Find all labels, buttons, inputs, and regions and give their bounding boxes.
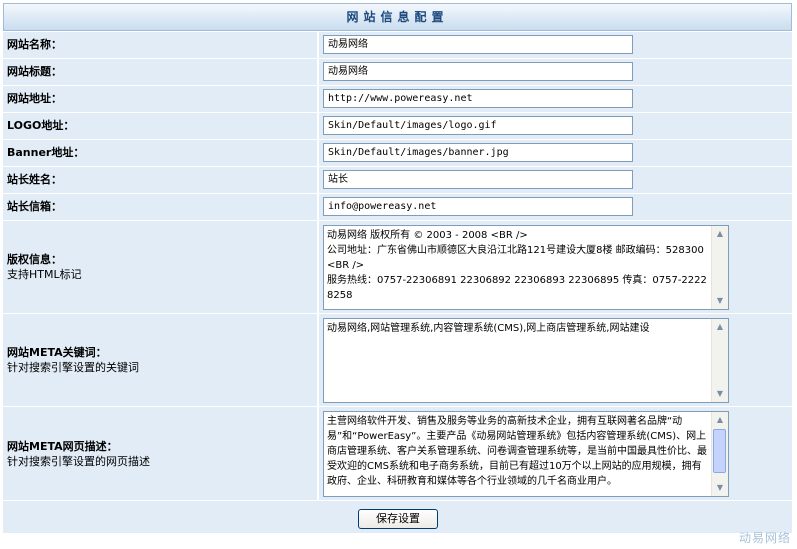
scroll-up-icon[interactable]: ▲ bbox=[712, 319, 728, 335]
copyright-text: 动易网络 版权所有 © 2003 - 2008 <BR /> 公司地址：广东省佛… bbox=[327, 230, 707, 301]
meta-keywords-label: 网站META关键词： bbox=[7, 346, 107, 359]
scroll-down-icon[interactable]: ▼ bbox=[712, 480, 728, 496]
logo-url-label: LOGO地址： bbox=[7, 119, 75, 132]
banner-url-row: Banner地址： Skin/Default/images/banner.jpg bbox=[3, 140, 792, 166]
scroll-up-icon[interactable]: ▲ bbox=[712, 226, 728, 242]
logo-url-input[interactable]: Skin/Default/images/logo.gif bbox=[323, 116, 633, 135]
meta-description-label: 网站META网页描述： bbox=[7, 439, 118, 453]
meta-description-text: 主营网络软件开发、销售及服务等业务的高新技术企业，拥有互联网著名品牌“动易”和“… bbox=[327, 416, 707, 487]
banner-url-label: Banner地址： bbox=[7, 146, 85, 159]
watermark-text: 动易网络 bbox=[738, 531, 791, 545]
meta-keywords-text: 动易网络,网站管理系统,内容管理系统(CMS),网上商店管理系统,网站建设 bbox=[327, 323, 650, 334]
webmaster-name-row: 站长姓名： 站长 bbox=[3, 167, 792, 193]
logo-url-row: LOGO地址： Skin/Default/images/logo.gif bbox=[3, 113, 792, 139]
scroll-thumb[interactable] bbox=[713, 429, 726, 473]
meta-keywords-row: 网站META关键词： 针对搜索引擎设置的关键词 动易网络,网站管理系统,内容管理… bbox=[3, 314, 792, 406]
form-footer: 保存设置 bbox=[3, 501, 792, 533]
meta-description-hint: 针对搜索引擎设置的网页描述 bbox=[7, 454, 150, 468]
site-title-row: 网站标题： 动易网络 bbox=[3, 59, 792, 85]
site-url-row: 网站地址： http://www.powereasy.net bbox=[3, 86, 792, 112]
scroll-up-icon[interactable]: ▲ bbox=[712, 412, 728, 428]
meta-description-textarea[interactable]: 主营网络软件开发、销售及服务等业务的高新技术企业，拥有互联网著名品牌“动易”和“… bbox=[323, 411, 729, 497]
meta-description-scrollbar[interactable]: ▲ ▼ bbox=[711, 412, 728, 496]
banner-url-input[interactable]: Skin/Default/images/banner.jpg bbox=[323, 143, 633, 162]
site-name-row: 网站名称： 动易网络 bbox=[3, 32, 792, 58]
site-name-input[interactable]: 动易网络 bbox=[323, 35, 633, 54]
settings-panel: 网站信息配置 网站名称： 动易网络 网站标题： 动易网络 网站地址： http:… bbox=[3, 3, 792, 544]
copyright-hint: 支持HTML标记 bbox=[7, 268, 82, 281]
webmaster-name-label: 站长姓名： bbox=[7, 173, 62, 186]
copyright-scrollbar[interactable]: ▲ ▼ bbox=[711, 226, 728, 309]
webmaster-email-label: 站长信箱： bbox=[7, 200, 62, 213]
meta-description-row: 网站META网页描述： 针对搜索引擎设置的网页描述 主营网络软件开发、销售及服务… bbox=[3, 407, 792, 500]
copyright-row: 版权信息： 支持HTML标记 动易网络 版权所有 © 2003 - 2008 <… bbox=[3, 221, 792, 313]
scroll-down-icon[interactable]: ▼ bbox=[712, 386, 728, 402]
copyright-label: 版权信息： bbox=[7, 253, 62, 266]
save-button[interactable]: 保存设置 bbox=[358, 509, 438, 529]
meta-keywords-scrollbar[interactable]: ▲ ▼ bbox=[711, 319, 728, 402]
meta-keywords-hint: 针对搜索引擎设置的关键词 bbox=[7, 361, 139, 374]
webmaster-email-row: 站长信箱： info@powereasy.net bbox=[3, 194, 792, 220]
copyright-textarea[interactable]: 动易网络 版权所有 © 2003 - 2008 <BR /> 公司地址：广东省佛… bbox=[323, 225, 729, 310]
webmaster-email-input[interactable]: info@powereasy.net bbox=[323, 197, 633, 216]
site-url-label: 网站地址： bbox=[7, 92, 62, 105]
site-name-label: 网站名称： bbox=[7, 38, 62, 51]
site-title-input[interactable]: 动易网络 bbox=[323, 62, 633, 81]
site-url-input[interactable]: http://www.powereasy.net bbox=[323, 89, 633, 108]
site-title-label: 网站标题： bbox=[7, 65, 62, 78]
panel-title: 网站信息配置 bbox=[3, 3, 792, 31]
webmaster-name-input[interactable]: 站长 bbox=[323, 170, 633, 189]
scroll-down-icon[interactable]: ▼ bbox=[712, 293, 728, 309]
meta-keywords-textarea[interactable]: 动易网络,网站管理系统,内容管理系统(CMS),网上商店管理系统,网站建设 ▲ … bbox=[323, 318, 729, 403]
